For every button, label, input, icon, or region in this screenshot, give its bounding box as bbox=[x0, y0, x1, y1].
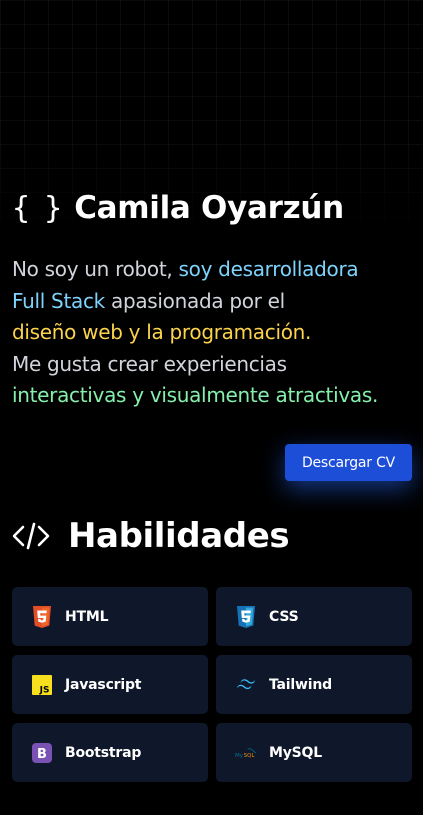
skill-label: Javascript bbox=[65, 676, 142, 693]
intro-text-segment: apasionada por el bbox=[104, 288, 285, 313]
svg-text:JS: JS bbox=[39, 685, 50, 695]
skill-label: CSS bbox=[269, 608, 299, 625]
svg-text:B: B bbox=[37, 747, 47, 762]
tailwind-icon bbox=[235, 674, 257, 696]
skills-heading: Habilidades bbox=[68, 516, 290, 556]
braces-icon: { } bbox=[12, 190, 62, 226]
skill-card-tailwind: Tailwind bbox=[216, 655, 412, 714]
intro-highlight-green: interactivas y visualmente atractivas. bbox=[12, 383, 379, 408]
svg-text:My: My bbox=[235, 752, 244, 758]
skill-label: HTML bbox=[65, 608, 109, 625]
skill-card-bootstrap: B Bootstrap bbox=[12, 723, 208, 782]
mysql-icon: My SQL bbox=[235, 742, 257, 764]
skill-card-javascript: JS Javascript bbox=[12, 655, 208, 714]
intro-text-segment: No soy un robot, bbox=[12, 257, 179, 281]
skill-card-mysql: My SQL MySQL bbox=[216, 723, 412, 782]
svg-text:SQL: SQL bbox=[244, 752, 256, 758]
javascript-icon: JS bbox=[31, 674, 53, 696]
skill-label: MySQL bbox=[269, 744, 322, 761]
intro-highlight-blue: Full Stack bbox=[12, 288, 105, 313]
html5-icon bbox=[31, 605, 53, 628]
skill-label: Tailwind bbox=[269, 676, 332, 693]
hero-title: { } Camila Oyarzún bbox=[12, 190, 344, 226]
skills-title: Habilidades bbox=[12, 516, 290, 556]
skill-label: Bootstrap bbox=[65, 744, 142, 761]
skill-card-css: CSS bbox=[216, 587, 412, 646]
intro-highlight-blue: soy desarrolladora bbox=[178, 257, 359, 281]
portfolio-page: { } Camila Oyarzún No soy un robot, soy … bbox=[0, 0, 423, 815]
intro-highlight-yellow: diseño web y la programación. bbox=[12, 320, 312, 345]
bootstrap-icon: B bbox=[31, 742, 53, 764]
download-cv-button[interactable]: Descargar CV bbox=[285, 444, 412, 481]
intro-text-segment: Me gusta crear experiencias bbox=[12, 351, 287, 376]
skill-card-html: HTML bbox=[12, 587, 208, 646]
css3-icon bbox=[235, 605, 257, 628]
code-icon bbox=[12, 522, 50, 550]
hero-name: Camila Oyarzún bbox=[74, 190, 344, 226]
intro-text: No soy un robot, soy desarrolladora Full… bbox=[12, 254, 417, 412]
